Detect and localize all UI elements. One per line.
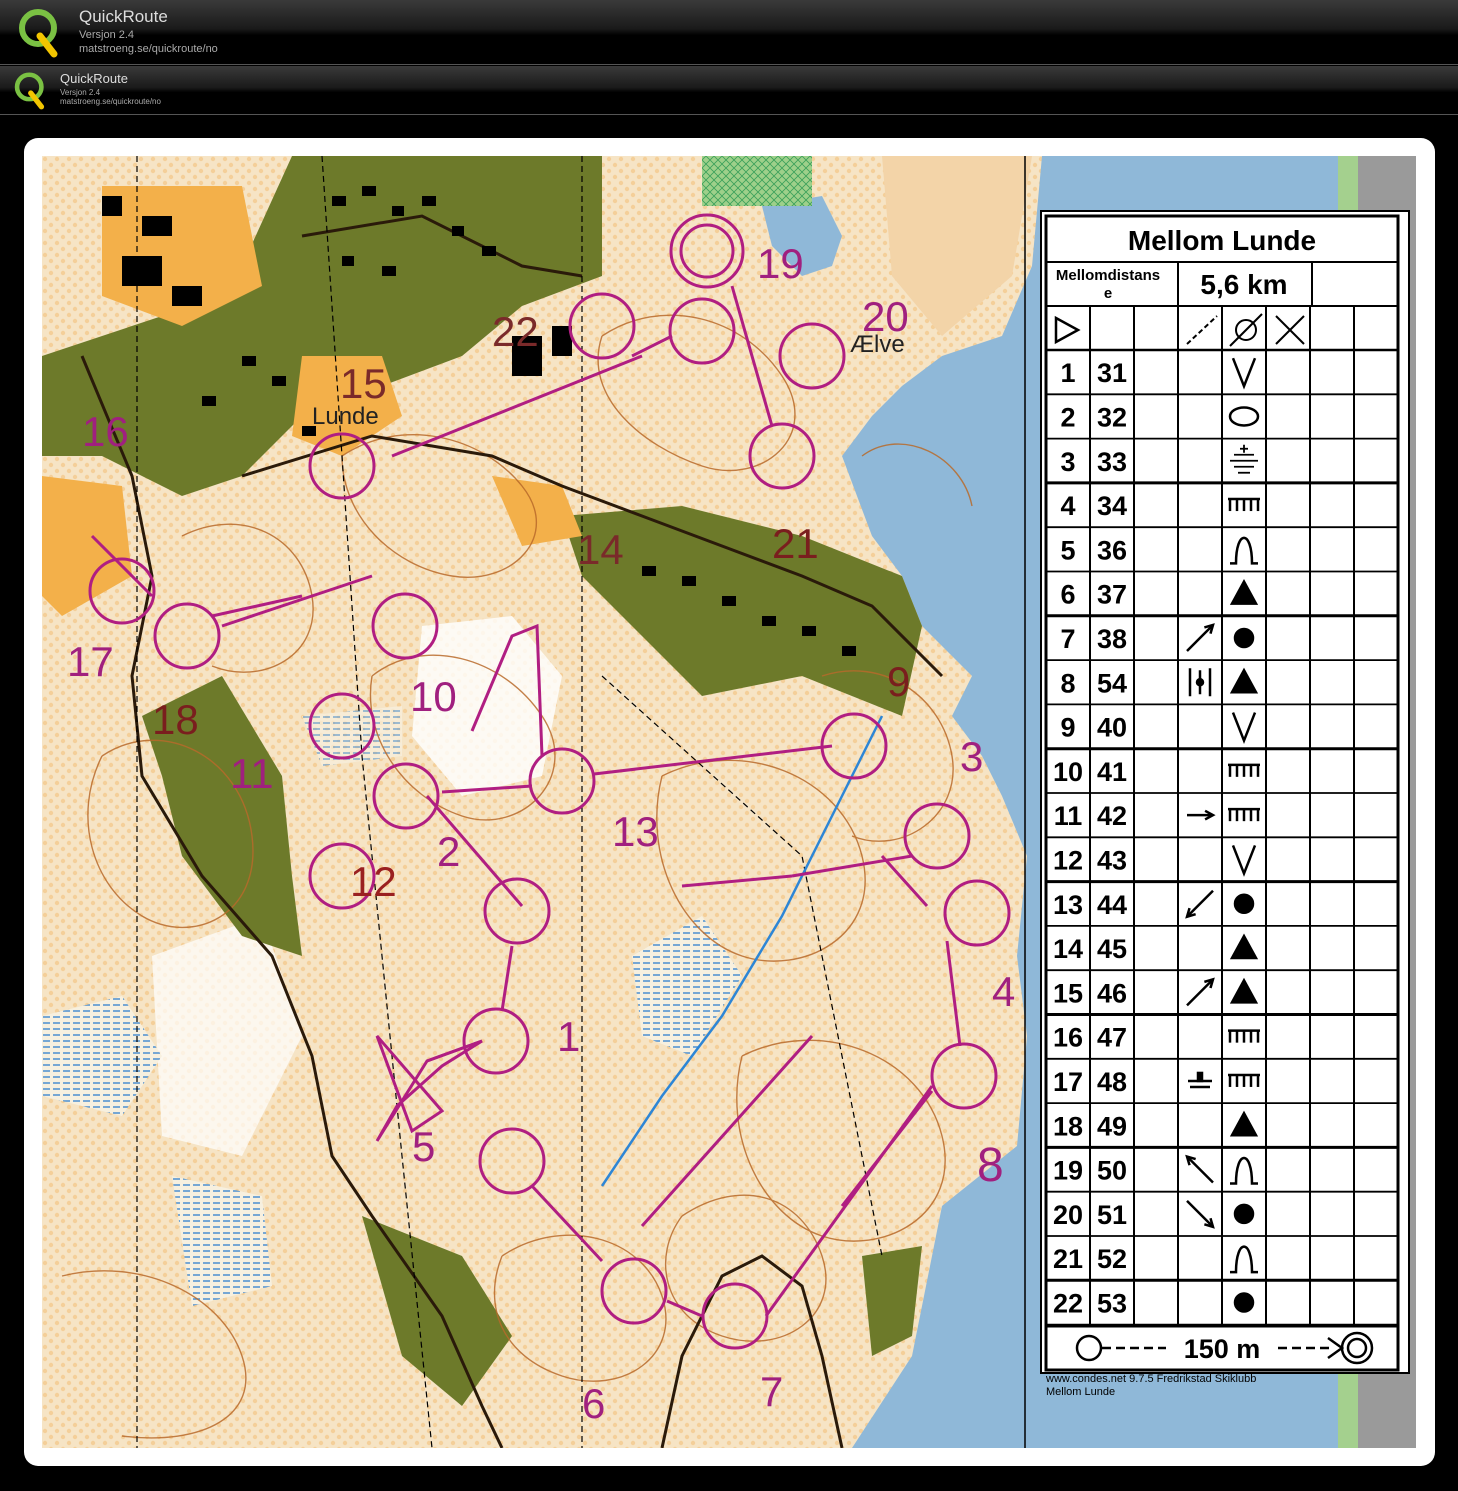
control-label: 5 <box>412 1123 435 1170</box>
quickroute-logo-icon <box>14 72 45 110</box>
control-label: 15 <box>340 360 387 407</box>
control-code: 36 <box>1097 535 1127 565</box>
control-number: 6 <box>1060 580 1075 610</box>
course-class-line1: Mellomdistans <box>1056 267 1160 284</box>
control-code: 52 <box>1097 1244 1127 1274</box>
control-code: 38 <box>1097 624 1127 654</box>
control-label: 19 <box>757 240 804 287</box>
control-label: 1 <box>557 1013 580 1060</box>
control-number: 11 <box>1054 801 1083 831</box>
control-number: 5 <box>1060 535 1075 565</box>
credit-line-2: Mellom Lunde <box>1046 1386 1116 1398</box>
control-number: 15 <box>1053 978 1083 1008</box>
control-number: 7 <box>1060 624 1075 654</box>
control-code: 43 <box>1097 845 1127 875</box>
control-number: 22 <box>1053 1288 1083 1318</box>
course-length: 5,6 km <box>1200 269 1287 300</box>
place-label-lunde: Lunde <box>312 403 379 430</box>
control-label: 8 <box>977 1139 1004 1192</box>
control-label: 21 <box>772 520 819 567</box>
control-code: 37 <box>1097 580 1127 610</box>
control-label: 10 <box>410 673 457 720</box>
control-label: 7 <box>760 1368 783 1415</box>
app-url[interactable]: matstroeng.se/quickroute/no <box>60 97 161 106</box>
control-label: 14 <box>577 526 624 573</box>
control-label: 13 <box>612 808 659 855</box>
control-number: 20 <box>1053 1200 1083 1230</box>
feature-dot-icon <box>1233 1292 1255 1313</box>
control-number: 9 <box>1060 713 1075 743</box>
control-code: 51 <box>1097 1200 1127 1230</box>
app-version: Versjon 2.4 <box>60 88 101 97</box>
finish-distance: 150 m <box>1184 1334 1261 1364</box>
control-code: 42 <box>1097 801 1127 831</box>
control-label: 18 <box>152 696 199 743</box>
place-label-aelve: Ælve <box>850 331 905 358</box>
control-code: 49 <box>1097 1111 1127 1141</box>
control-code: 31 <box>1097 358 1127 388</box>
quickroute-logo-icon <box>19 9 58 58</box>
feature-dot-icon <box>1233 627 1255 649</box>
control-code: 45 <box>1097 934 1127 964</box>
control-number: 10 <box>1053 757 1083 787</box>
control-code: 41 <box>1097 757 1127 787</box>
course-title: Mellom Lunde <box>1128 225 1316 256</box>
app-titlebar-secondary: QuickRoute Versjon 2.4 matstroeng.se/qui… <box>0 66 1458 115</box>
control-code: 34 <box>1097 491 1127 521</box>
control-label: 2 <box>437 828 460 875</box>
control-label: 6 <box>582 1380 605 1427</box>
control-code: 46 <box>1097 978 1127 1008</box>
control-number: 18 <box>1053 1111 1083 1141</box>
control-label: 9 <box>887 658 910 705</box>
control-code: 53 <box>1097 1288 1127 1318</box>
control-number: 2 <box>1060 402 1075 432</box>
control-number: 16 <box>1053 1023 1083 1053</box>
control-code: 33 <box>1097 447 1127 477</box>
control-number: 19 <box>1053 1156 1083 1186</box>
feature-dot-icon <box>1233 893 1255 914</box>
control-number: 8 <box>1060 668 1075 698</box>
control-label: 12 <box>350 858 397 905</box>
control-number: 1 <box>1060 358 1075 388</box>
control-label: 3 <box>960 733 983 780</box>
app-version: Versjon 2.4 <box>79 29 135 41</box>
feature-dot-icon <box>1233 1203 1255 1225</box>
control-label: 16 <box>82 408 129 455</box>
control-number: 3 <box>1060 447 1075 477</box>
control-number: 21 <box>1053 1244 1083 1274</box>
control-number: 12 <box>1053 845 1083 875</box>
control-number: 4 <box>1060 491 1075 521</box>
app-title: QuickRoute <box>79 7 168 26</box>
app-title: QuickRoute <box>60 71 128 86</box>
control-label: 17 <box>67 638 114 685</box>
control-description-sheet: Mellom Lunde Mellomdistans e 5,6 km 1 31 2… <box>1040 210 1410 1374</box>
credit-line-1: www.condes.net 9.7.5 Fredrikstad Skiklub… <box>1046 1373 1257 1385</box>
control-number: 17 <box>1053 1067 1083 1097</box>
control-code: 44 <box>1097 890 1127 920</box>
description-grid: Mellom Lunde Mellomdistans e 5,6 km 1 312… <box>1044 214 1400 1372</box>
control-number: 14 <box>1053 934 1083 964</box>
control-code: 47 <box>1097 1023 1127 1053</box>
control-label: 11 <box>230 750 274 797</box>
control-code: 48 <box>1097 1067 1127 1097</box>
control-label: 22 <box>492 308 539 355</box>
app-titlebar-primary: QuickRoute Versjon 2.4 matstroeng.se/qui… <box>0 0 1458 65</box>
control-code: 50 <box>1097 1156 1127 1186</box>
control-label: 4 <box>992 968 1015 1015</box>
map-credits: www.condes.net 9.7.5 Fredrikstad Skiklub… <box>1046 1373 1256 1399</box>
control-number: 13 <box>1053 890 1083 920</box>
app-url[interactable]: matstroeng.se/quickroute/no <box>79 43 218 55</box>
control-code: 40 <box>1097 713 1127 743</box>
control-code: 32 <box>1097 402 1127 432</box>
course-class-line2: e <box>1104 285 1112 302</box>
control-code: 54 <box>1097 668 1127 698</box>
